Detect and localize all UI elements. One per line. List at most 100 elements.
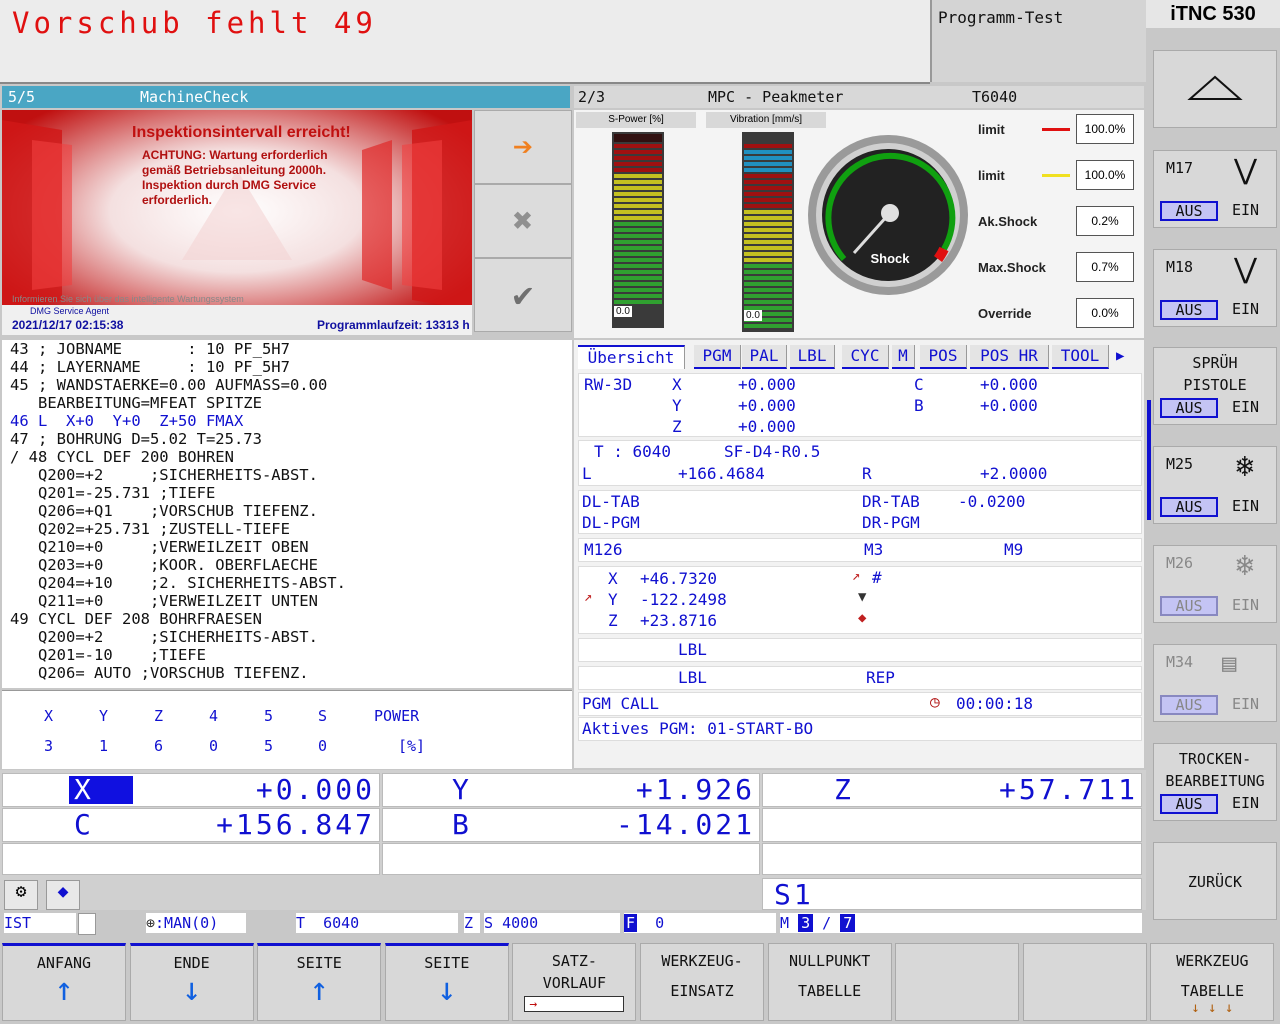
active-pgm: Aktives PGM: 01-START-BO: [582, 719, 814, 738]
spray-gun-softkey[interactable]: SPRÜH PISTOLE AUS EIN: [1153, 347, 1277, 425]
program-line[interactable]: 47 ; BOHRUNG D=5.02 T=25.73: [2, 430, 572, 448]
confirm-button[interactable]: ✔: [474, 258, 572, 332]
limit-yellow-field[interactable]: 100.0%: [1076, 160, 1134, 190]
m-value-b: 7: [840, 914, 856, 932]
snowflake-icon: ❄: [1236, 548, 1255, 583]
tab-tool[interactable]: TOOL: [1052, 345, 1109, 369]
nc-program-listing[interactable]: 43 ; JOBNAME : 10 PF_5H7 44 ; LAYERNAME :…: [2, 340, 572, 688]
softkey-nullpunkt-6[interactable]: NULLPUNKT TABELLE: [767, 943, 892, 1021]
back-softkey[interactable]: ZURÜCK: [1153, 842, 1277, 920]
tab-scroll-right-icon[interactable]: ▶: [1116, 348, 1124, 364]
axis-value: 5: [264, 737, 274, 755]
program-line[interactable]: 44 ; LAYERNAME : 10 PF_5H7: [2, 358, 572, 376]
m17-ein: EIN: [1232, 201, 1260, 219]
m34-softkey[interactable]: M34 ▤ AUS EIN: [1153, 644, 1277, 722]
lbl-box-1: [578, 638, 1142, 662]
tab-lbl[interactable]: LBL: [790, 345, 835, 369]
program-line[interactable]: Q202=+25.731 ;ZUSTELL-TIEFE: [2, 520, 572, 538]
program-line[interactable]: Q203=+0 ;KOOR. OBERFLAECHE: [2, 556, 572, 574]
bar-segment: [744, 276, 792, 280]
program-line[interactable]: Q201=-25.731 ;TIEFE: [2, 484, 572, 502]
softkey-empty-8[interactable]: [1022, 943, 1147, 1021]
bar-segment: [744, 192, 792, 196]
m17-softkey[interactable]: M17 ⋁ AUS EIN: [1153, 150, 1277, 228]
softkey-werkzeug-5[interactable]: WERKZEUG- EINSATZ: [640, 943, 764, 1021]
bar-segment: [744, 222, 792, 226]
m26-softkey[interactable]: M26 ❄ AUS EIN: [1153, 545, 1277, 623]
drpgm-label: DR-PGM: [862, 513, 920, 532]
m25-softkey[interactable]: M25 ❄ AUS EIN: [1153, 446, 1277, 524]
limit-yellow-line: [1042, 174, 1070, 177]
bar-segment: [614, 186, 662, 190]
tilt-icon: ◆: [858, 610, 867, 626]
dry-machining-softkey[interactable]: TROCKEN- BEARBEITUNG AUS EIN: [1153, 743, 1277, 821]
workpiece-icon[interactable]: ◆: [46, 880, 80, 910]
pos-c-value: +156.847: [216, 808, 375, 841]
softkey-empty-7[interactable]: [895, 943, 1020, 1021]
axis-load-table: X Y Z 4 5 S POWER 3 1 6 0 5 0 [%]: [2, 690, 572, 769]
empty-cell: [762, 808, 1142, 842]
bar-segment: [744, 234, 792, 238]
tab-pgm[interactable]: PGM: [694, 345, 741, 369]
program-line[interactable]: Q206= AUTO ;VORSCHUB TIEFENZ.: [2, 664, 572, 682]
softkey-label-2: TABELLE: [797, 982, 862, 1000]
softkey-label: WERKZEUG: [1176, 952, 1249, 970]
limit-red-field[interactable]: 100.0%: [1076, 114, 1134, 144]
page-up-softkey[interactable]: [1153, 50, 1277, 128]
spindle-label: S1: [774, 878, 814, 911]
program-line[interactable]: Q206=+Q1 ;VORSCHUB TIEFENZ.: [2, 502, 572, 520]
bar-segment: [614, 192, 662, 196]
override-field: 0.0%: [1076, 298, 1134, 328]
axis-icon: ↗: [584, 589, 593, 605]
program-line[interactable]: 43 ; JOBNAME : 10 PF_5H7: [2, 340, 572, 358]
m26-ein: EIN: [1232, 596, 1260, 614]
softkey-seite-3[interactable]: SEITE ↓: [384, 943, 509, 1021]
tab-m[interactable]: M: [892, 345, 915, 369]
tool-number: T : 6040: [594, 442, 672, 461]
program-line[interactable]: Q200=+2 ;SICHERHEITS-ABST.: [2, 628, 572, 646]
program-line[interactable]: BEARBEITUNG=MFEAT SPITZE: [2, 394, 572, 412]
program-line[interactable]: Q200=+2 ;SICHERHEITS-ABST.: [2, 466, 572, 484]
softkey-ende-1[interactable]: ENDE ↓: [129, 943, 254, 1021]
program-line[interactable]: Q211=+0 ;VERWEILZEIT UNTEN: [2, 592, 572, 610]
akshock-label: Ak.Shock: [978, 214, 1038, 229]
softkey-werkzeug-9[interactable]: WERKZEUG TABELLE ↓ ↓ ↓: [1150, 943, 1275, 1021]
program-line[interactable]: / 48 CYCL DEF 200 BOHREN: [2, 448, 572, 466]
softkey-seite-2[interactable]: SEITE ↑: [257, 943, 382, 1021]
machine-icon[interactable]: ⚙: [4, 880, 38, 910]
program-line[interactable]: Q201=-10 ;TIEFE: [2, 646, 572, 664]
bar-segment: [614, 240, 662, 244]
pos-axis-value: +23.8716: [640, 611, 718, 630]
spray-gun-ein: EIN: [1232, 398, 1260, 416]
program-line[interactable]: 46 L X+0 Y+0 Z+50 FMAX: [2, 412, 572, 430]
gauge-label: Shock: [870, 251, 910, 266]
next-button[interactable]: ➔: [474, 110, 572, 184]
alert-datetime: 2021/12/17 02:15:38: [12, 318, 124, 332]
spindle-status: S 4000: [484, 913, 620, 933]
axis-header: X: [44, 707, 54, 725]
program-line[interactable]: Q210=+0 ;VERWEILZEIT OBEN: [2, 538, 572, 556]
program-line[interactable]: 45 ; WANDSTAERKE=0.00 AUFMASS=0.00: [2, 376, 572, 394]
alert-body-line: gemäß Betriebsanleitung 2000h.: [142, 163, 327, 177]
ist-label: IST: [4, 913, 76, 933]
tab-pos[interactable]: POS: [920, 345, 967, 369]
arrow-down-icon: ↓: [437, 970, 457, 1008]
tab-bersicht[interactable]: Übersicht: [578, 345, 685, 369]
bar-segment: [744, 252, 792, 256]
dismiss-button[interactable]: ✖: [474, 184, 572, 258]
tab-pal[interactable]: PAL: [742, 345, 787, 369]
peakmeter-index: 2/3: [578, 88, 606, 106]
tab-cyc[interactable]: CYC: [842, 345, 889, 369]
pgmcall-box: [578, 692, 1142, 716]
m9-label: M9: [1004, 540, 1024, 559]
bar-segment: [744, 168, 792, 172]
softkey-satz-4[interactable]: SATZ- VORLAUF →: [512, 943, 637, 1021]
s-label: S: [484, 914, 494, 932]
program-line[interactable]: 49 CYCL DEF 208 BOHRFRAESEN: [2, 610, 572, 628]
bar-segment: [744, 162, 792, 166]
softkey-anfang-0[interactable]: ANFANG ↑: [2, 943, 126, 1021]
program-line[interactable]: Q204=+10 ;2. SICHERHEITS-ABST.: [2, 574, 572, 592]
m18-softkey[interactable]: M18 ⋁ AUS EIN: [1153, 249, 1277, 327]
bar-segment: [614, 246, 662, 250]
tab-poshr[interactable]: POS HR: [970, 345, 1049, 369]
